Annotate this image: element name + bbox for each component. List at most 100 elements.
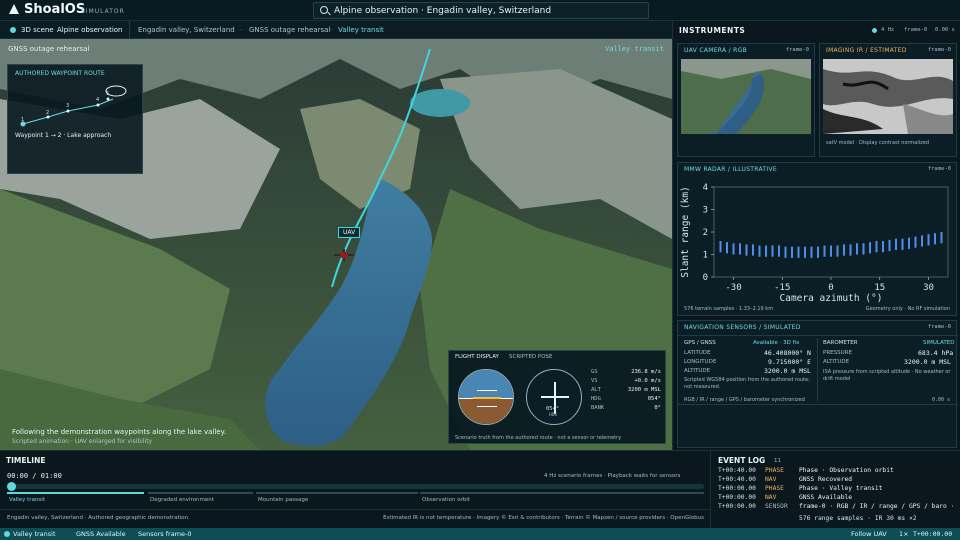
gps-altitude-value: 3200.0 m MSL	[764, 367, 811, 375]
phase-degraded-environment[interactable]: Degraded environment	[150, 497, 214, 503]
route-title: AUTHORED WAYPOINT ROUTE	[15, 70, 105, 77]
playback-speed[interactable]: 1×	[899, 530, 909, 538]
heading-indicator: 054° HDG	[526, 369, 582, 425]
app-name: ShoalOS	[24, 2, 86, 17]
event-time: T+00:00.00	[718, 503, 756, 510]
latitude-label: LATITUDE	[684, 350, 711, 356]
flight-readout-row: HDG 054°	[591, 396, 661, 405]
viewport-caption-sub: Scripted animation · UAV enlarged for vi…	[12, 438, 153, 445]
ir-camera-card[interactable]: IMAGING IR / ESTIMATED frame-0 satV mode…	[819, 43, 957, 157]
breadcrumb-scenario[interactable]: GNSS outage rehearsal	[249, 26, 330, 34]
sync-note: RGB / IR / range / GPS / barometer synch…	[684, 397, 805, 403]
scene-breadcrumb-bar: 3D scene Alpine observation Engadin vall…	[0, 21, 672, 39]
phase-observation-orbit[interactable]: Observation orbit	[422, 497, 470, 503]
flight-readout-row: GS 236.8 m/s	[591, 369, 661, 378]
radar-samples: 576 terrain samples · 1.33–2.19 km	[684, 306, 774, 312]
phase-valley-transit[interactable]: Valley transit	[9, 497, 45, 503]
scene-tab-sublabel: Alpine observation	[57, 26, 123, 34]
flight-readout-label: ALT	[591, 387, 601, 393]
sync-time: 0.00 s	[931, 397, 950, 403]
flight-display-card[interactable]: FLIGHT DISPLAY SCRIPTED POSE 054° HDG GS…	[448, 350, 666, 444]
status-live-icon	[4, 531, 10, 537]
viewport-caption: Following the demonstration waypoints al…	[12, 428, 226, 436]
uav-label: UAV	[338, 227, 361, 238]
viewport-phase: Valley transit	[604, 45, 664, 53]
y-tick-label: 2	[703, 228, 708, 238]
scene-active-dot-icon	[10, 27, 16, 33]
upper-lake	[410, 89, 470, 117]
instruments-panel: INSTRUMENTS 4 Hz frame-0 0.00 s UAV CAME…	[672, 21, 960, 450]
navigation-sensors-card[interactable]: NAVIGATION SENSORS / SIMULATED frame-0 G…	[677, 320, 958, 448]
radar-card[interactable]: MMW RADAR / ILLUSTRATIVE frame-0 0 1 2 3 4 -3…	[677, 162, 957, 316]
y-axis-label: Slant range (km)	[680, 186, 691, 278]
top-bar: ShoalOS SIMULATOR Alpine observation · E…	[0, 0, 960, 21]
event-log-title: EVENT LOG	[718, 456, 766, 465]
gps-label: GPS / GNSS	[684, 340, 716, 346]
barometer-label: BAROMETER	[823, 340, 858, 346]
event-type: PHASE	[765, 467, 784, 474]
x-tick-label: 15	[874, 283, 885, 293]
flight-readout-label: HDG	[591, 396, 601, 402]
ir-camera-title: IMAGING IR / ESTIMATED	[826, 47, 907, 54]
y-tick-label: 3	[703, 206, 708, 216]
flight-readout-value: 3200 m MSL	[627, 387, 661, 393]
tab-3d-scene[interactable]: 3D scene Alpine observation	[0, 21, 130, 39]
event-log-count: 11	[774, 458, 781, 464]
event-type: NAV	[765, 494, 777, 501]
longitude-value: 9.715000° E	[768, 358, 812, 366]
flight-readout-value: 054°	[647, 396, 661, 402]
rgb-camera-feed	[681, 59, 811, 134]
y-tick-label: 1	[703, 251, 708, 261]
app-subtitle: SIMULATOR	[81, 8, 125, 15]
timeline-scrubber[interactable]	[12, 484, 704, 489]
x-tick-label: -15	[774, 283, 790, 293]
timeline-note: 4 Hz scenario frames · Playback waits fo…	[544, 473, 681, 479]
attitude-indicator	[458, 369, 514, 425]
flight-display-footnote: Scenario truth from the authored route ·…	[455, 435, 622, 441]
route-map	[20, 85, 127, 127]
3d-viewport[interactable]: GNSS outage rehearsal Valley transit AUT…	[0, 39, 672, 450]
y-tick-label: 4	[703, 183, 708, 193]
phase-bar-orbit	[420, 492, 704, 494]
barometer-note: ISA pressure from scripted altitude · No…	[823, 369, 951, 382]
flight-readout-label: GS	[591, 369, 598, 375]
rgb-camera-card[interactable]: UAV CAMERA / RGB frame-0	[677, 43, 815, 157]
search-input[interactable]: Alpine observation · Engadin valley, Swi…	[313, 2, 649, 19]
waypoint-4-label: 4	[96, 97, 100, 103]
timeline-playhead-handle[interactable]	[7, 482, 16, 491]
waypoint-3-label: 3	[66, 103, 70, 109]
x-tick-label: 30	[923, 283, 934, 293]
nav-frame: frame-0	[927, 324, 951, 330]
follow-uav-button[interactable]: Follow UAV	[851, 530, 887, 538]
event-time: T+00:40.00	[718, 476, 756, 483]
status-gnss: GNSS Available	[76, 530, 126, 538]
baro-altitude-label: ALTITUDE	[823, 359, 850, 365]
event-time: T+00:40.00	[718, 467, 756, 474]
flight-readout-row: BANK 0°	[591, 405, 661, 414]
phase-mountain-passage[interactable]: Mountain passage	[258, 497, 308, 503]
hsi-heading-label: HDG	[549, 413, 558, 418]
credit-sources: Estimated IR is not temperature · Imager…	[383, 515, 704, 521]
event-time: T+00:00.00	[718, 494, 756, 501]
pressure-label: PRESSURE	[823, 350, 852, 356]
waypoint-1-label: 1	[21, 117, 25, 123]
breadcrumb-location[interactable]: Engadin valley, Switzerland	[138, 26, 235, 34]
ir-camera-frame: frame-0	[927, 47, 951, 53]
waypoint-route-card[interactable]: AUTHORED WAYPOINT ROUTE 1 2 3 4 5 Waypoi…	[7, 64, 143, 174]
timeline-time: 00:00 / 01:00	[7, 472, 62, 480]
flight-display-sub: SCRIPTED POSE	[509, 354, 553, 360]
longitude-label: LONGITUDE	[684, 359, 717, 365]
uav-icon[interactable]	[334, 249, 354, 261]
flight-readout-value: 0°	[654, 405, 661, 411]
status-sensors: Sensors frame-0	[138, 530, 192, 538]
waypoint-5-label: 5	[106, 91, 110, 97]
event-message: Phase · Observation orbit	[799, 467, 894, 474]
search-icon	[320, 6, 328, 14]
x-tick-label: -30	[725, 283, 741, 293]
flight-readout-value: 236.8 m/s	[631, 369, 661, 375]
instruments-title: INSTRUMENTS	[679, 26, 746, 35]
live-indicator-icon	[872, 28, 877, 33]
flight-readouts: GS 236.8 m/s VS +0.0 m/s ALT 3200 m MSL HDG 054…	[591, 369, 661, 414]
breadcrumb-phase[interactable]: Valley transit	[338, 26, 384, 34]
ir-camera-feed	[823, 59, 953, 134]
